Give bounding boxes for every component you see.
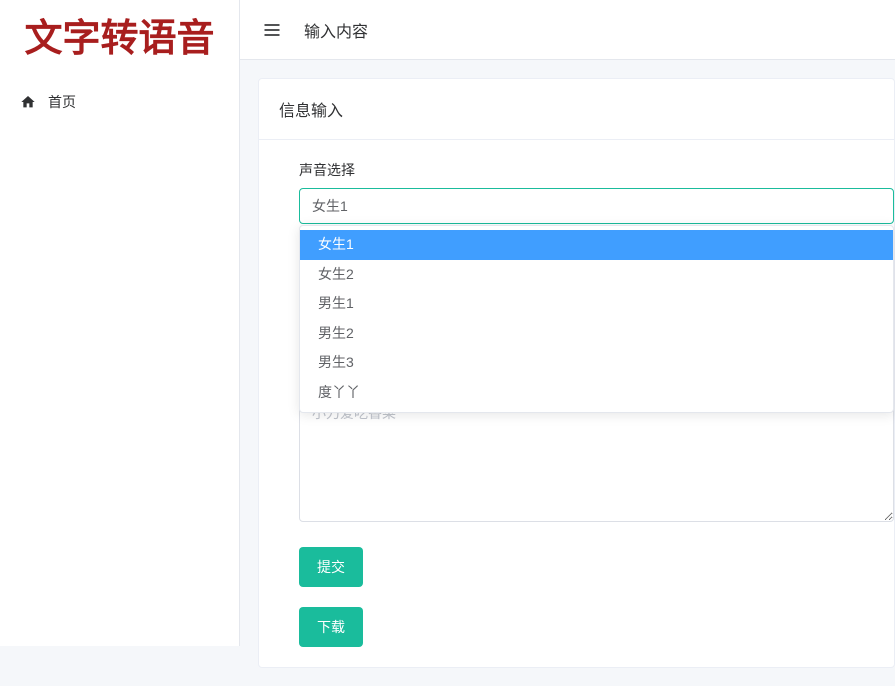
voice-option[interactable]: 女生1	[300, 230, 893, 260]
main-area: 输入内容 信息输入 声音选择 女生1 女生2 男生1 男生2 男生3 度丫丫	[240, 0, 895, 646]
menu-toggle-icon[interactable]	[260, 18, 284, 42]
card-body: 声音选择 女生1 女生2 男生1 男生2 男生3 度丫丫 文本域	[259, 140, 894, 667]
download-button[interactable]: 下载	[299, 607, 363, 647]
voice-option[interactable]: 度丫丫	[300, 378, 893, 408]
app-logo: 文字转语音	[0, 0, 239, 78]
content: 信息输入 声音选择 女生1 女生2 男生1 男生2 男生3 度丫丫	[240, 60, 895, 686]
voice-select-input[interactable]	[299, 188, 894, 224]
submit-button[interactable]: 提交	[299, 547, 363, 587]
voice-dropdown: 女生1 女生2 男生1 男生2 男生3 度丫丫	[299, 225, 894, 413]
voice-option[interactable]: 女生2	[300, 260, 893, 290]
sidebar: 文字转语音 首页	[0, 0, 240, 646]
voice-select-label: 声音选择	[299, 160, 894, 180]
breadcrumb: 输入内容	[304, 18, 368, 42]
voice-option[interactable]: 男生2	[300, 319, 893, 349]
home-icon	[20, 94, 36, 110]
card: 信息输入 声音选择 女生1 女生2 男生1 男生2 男生3 度丫丫	[258, 78, 895, 668]
header: 输入内容	[240, 0, 895, 60]
voice-option[interactable]: 男生1	[300, 289, 893, 319]
card-title: 信息输入	[259, 79, 894, 140]
sidebar-item-home[interactable]: 首页	[0, 78, 239, 126]
sidebar-item-label: 首页	[48, 92, 76, 112]
voice-option[interactable]: 男生3	[300, 348, 893, 378]
logo-text: 文字转语音	[15, 20, 224, 58]
voice-select-wrapper: 女生1 女生2 男生1 男生2 男生3 度丫丫	[299, 188, 894, 224]
